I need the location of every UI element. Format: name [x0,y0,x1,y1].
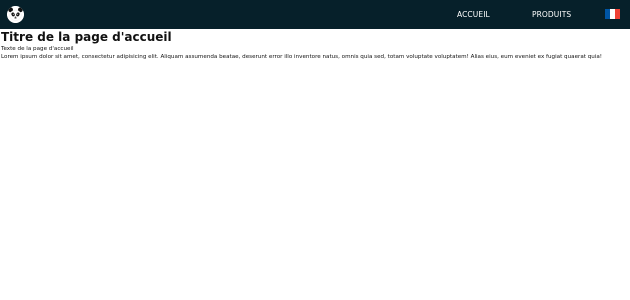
page-body-text: Lorem ipsum dolor sit amet, consectetur … [1,54,603,60]
top-navbar: ACCUEIL PRODUITS [0,0,630,29]
main-content: Titre de la page d'accueil Texte de la p… [1,30,626,61]
page-subtitle: Texte de la page d'accueil [1,46,74,52]
page-title: Titre de la page d'accueil [1,30,172,44]
france-flag-icon[interactable] [605,9,620,19]
flag-red-stripe [615,9,620,19]
nav-link-accueil[interactable]: ACCUEIL [457,10,490,20]
panda-logo-icon[interactable] [7,6,24,23]
nav-link-produits[interactable]: PRODUITS [532,10,571,20]
